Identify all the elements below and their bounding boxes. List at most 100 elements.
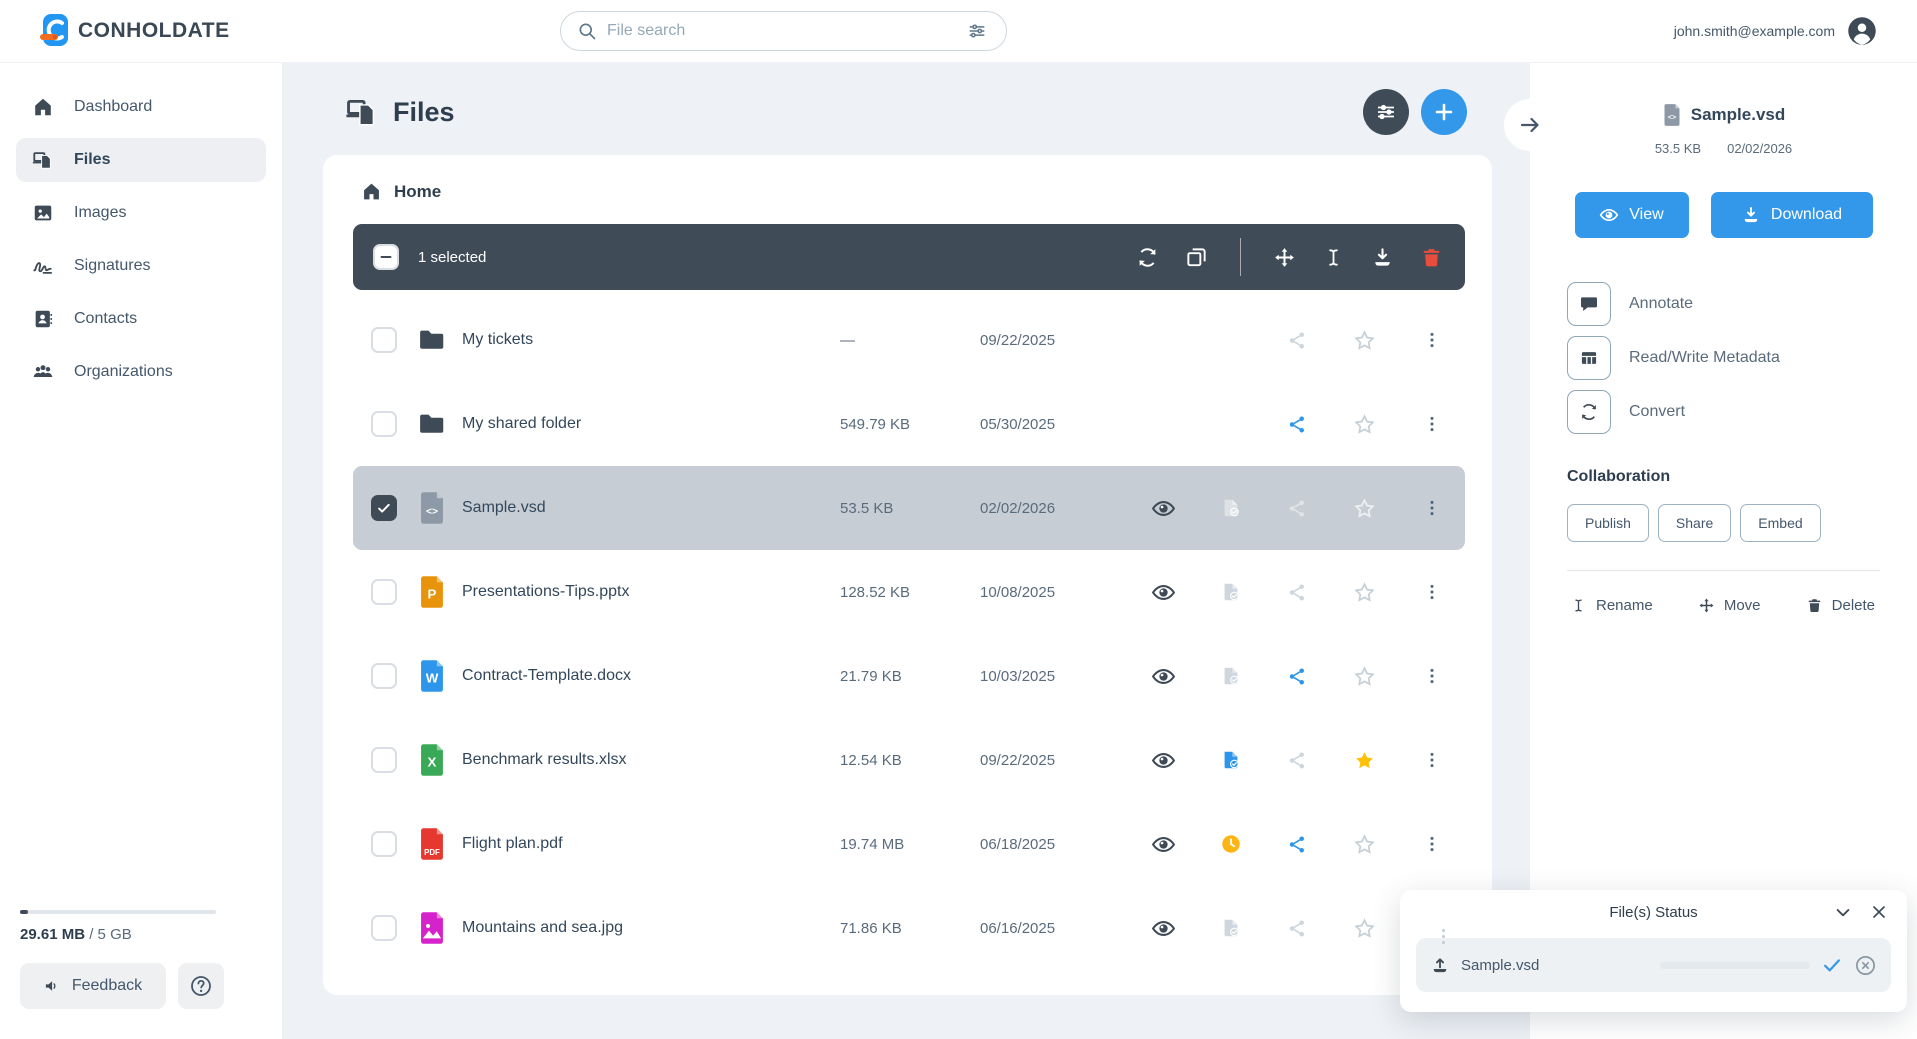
row-menu-icon[interactable] — [1422, 750, 1442, 770]
trash-icon[interactable] — [1420, 246, 1443, 269]
file-row[interactable]: My tickets — 09/22/2025 — [353, 298, 1465, 382]
star-icon[interactable] — [1353, 917, 1376, 940]
move-button[interactable]: Move — [1698, 597, 1761, 614]
file-row[interactable]: P Presentations-Tips.pptx 128.52 KB 10/08/2… — [353, 550, 1465, 634]
preview-eye-icon[interactable] — [1151, 832, 1176, 857]
row-checkbox[interactable] — [371, 495, 397, 521]
read-write-metadata-action[interactable]: Read/Write Metadata — [1567, 336, 1917, 380]
download-icon — [1741, 205, 1761, 225]
star-icon[interactable] — [1353, 329, 1376, 352]
document-check-icon[interactable] — [1220, 497, 1242, 519]
row-checkbox[interactable] — [371, 915, 397, 941]
document-check-icon[interactable] — [1220, 749, 1242, 771]
file-row[interactable]: <> Sample.vsd 53.5 KB 02/02/2026 — [353, 466, 1465, 550]
sidebar-item-signatures[interactable]: Signatures — [16, 244, 266, 288]
share-icon[interactable] — [1287, 750, 1308, 771]
main-content: Files Home 1 selected My tickets — 09/22… — [283, 63, 1530, 1039]
feedback-button[interactable]: Feedback — [20, 963, 166, 1009]
convert-action[interactable]: Convert — [1567, 390, 1917, 434]
file-row[interactable]: PDF Flight plan.pdf 19.74 MB 06/18/2025 — [353, 802, 1465, 886]
view-settings-button[interactable] — [1363, 89, 1409, 135]
refresh-icon[interactable] — [1136, 246, 1159, 269]
share-icon[interactable] — [1287, 834, 1308, 855]
row-checkbox[interactable] — [371, 579, 397, 605]
star-icon[interactable] — [1353, 581, 1376, 604]
star-icon[interactable] — [1353, 749, 1376, 772]
processing-clock-icon[interactable] — [1220, 833, 1242, 855]
chevron-down-icon[interactable] — [1833, 902, 1853, 922]
close-icon[interactable] — [1869, 902, 1889, 922]
file-row[interactable]: My shared folder 549.79 KB 05/30/2025 — [353, 382, 1465, 466]
file-name: Mountains and sea.jpg — [462, 919, 623, 936]
document-check-icon[interactable] — [1220, 581, 1242, 603]
embed-button[interactable]: Embed — [1740, 504, 1821, 542]
preview-eye-icon[interactable] — [1151, 664, 1176, 689]
row-menu-icon[interactable] — [1422, 834, 1442, 854]
add-file-button[interactable] — [1421, 89, 1467, 135]
user-email: john.smith@example.com — [1673, 23, 1835, 39]
file-row[interactable]: X Benchmark results.xlsx 12.54 KB 09/22/202… — [353, 718, 1465, 802]
preview-eye-icon[interactable] — [1151, 580, 1176, 605]
preview-eye-icon[interactable] — [1151, 916, 1176, 941]
share-icon[interactable] — [1287, 918, 1308, 939]
star-icon[interactable] — [1353, 497, 1376, 520]
upload-icon — [1430, 955, 1450, 975]
selection-toolbar: 1 selected — [353, 224, 1465, 290]
view-button[interactable]: View — [1574, 192, 1689, 238]
share-icon[interactable] — [1287, 666, 1308, 687]
row-menu-icon[interactable] — [1422, 498, 1442, 518]
avatar-icon[interactable] — [1847, 16, 1877, 46]
sidebar-item-images[interactable]: Images — [16, 191, 266, 235]
share-icon[interactable] — [1287, 330, 1308, 351]
share-button[interactable]: Share — [1657, 504, 1732, 542]
star-icon[interactable] — [1353, 665, 1376, 688]
eye-icon — [1599, 205, 1619, 225]
move-icon[interactable] — [1273, 246, 1296, 269]
row-menu-icon[interactable] — [1422, 330, 1442, 350]
publish-button[interactable]: Publish — [1567, 504, 1649, 542]
sidebar-item-organizations[interactable]: Organizations — [16, 350, 266, 394]
sidebar-item-contacts[interactable]: Contacts — [16, 297, 266, 341]
preview-eye-icon[interactable] — [1151, 748, 1176, 773]
sidebar-item-files[interactable]: Files — [16, 138, 266, 182]
cancel-circle-icon[interactable] — [1854, 954, 1877, 977]
document-check-icon[interactable] — [1220, 917, 1242, 939]
help-button[interactable] — [178, 963, 224, 1009]
files-status-popup: File(s) Status Sample.vsd — [1400, 890, 1907, 1012]
share-icon[interactable] — [1287, 498, 1308, 519]
row-checkbox[interactable] — [371, 747, 397, 773]
download-button[interactable]: Download — [1710, 192, 1873, 238]
sidebar-item-dashboard[interactable]: Dashboard — [16, 85, 266, 129]
sidebar-item-label: Organizations — [74, 363, 173, 380]
rename-button[interactable]: Rename — [1570, 597, 1653, 614]
storage-total: / 5 GB — [89, 926, 132, 943]
annotate-action[interactable]: Annotate — [1567, 282, 1917, 326]
share-icon[interactable] — [1287, 414, 1308, 435]
preview-eye-icon[interactable] — [1151, 496, 1176, 521]
search-filter-icon[interactable] — [966, 20, 988, 42]
sidebar-item-label: Images — [74, 204, 127, 221]
collapse-panel-button[interactable] — [1504, 99, 1556, 151]
star-icon[interactable] — [1353, 833, 1376, 856]
row-checkbox[interactable] — [371, 327, 397, 353]
breadcrumb[interactable]: Home — [361, 181, 1465, 202]
row-checkbox[interactable] — [371, 411, 397, 437]
row-checkbox[interactable] — [371, 663, 397, 689]
page-title: Files — [393, 96, 455, 127]
document-check-icon[interactable] — [1220, 665, 1242, 687]
delete-button[interactable]: Delete — [1806, 597, 1875, 614]
row-checkbox[interactable] — [371, 831, 397, 857]
share-icon[interactable] — [1287, 582, 1308, 603]
duplicate-icon[interactable] — [1185, 246, 1208, 269]
download-icon[interactable] — [1371, 246, 1394, 269]
row-menu-icon[interactable] — [1422, 414, 1442, 434]
row-menu-icon[interactable] — [1422, 582, 1442, 602]
row-menu-icon[interactable] — [1422, 666, 1442, 686]
star-icon[interactable] — [1353, 413, 1376, 436]
file-row[interactable]: W Contract-Template.docx 21.79 KB 10/03/202… — [353, 634, 1465, 718]
search-input[interactable] — [607, 22, 956, 40]
file-row[interactable]: Mountains and sea.jpg 71.86 KB 06/16/2025 — [353, 886, 1465, 970]
rename-icon[interactable] — [1322, 246, 1345, 269]
file-name: Sample.vsd — [462, 499, 546, 516]
select-all-checkbox[interactable] — [373, 244, 399, 270]
